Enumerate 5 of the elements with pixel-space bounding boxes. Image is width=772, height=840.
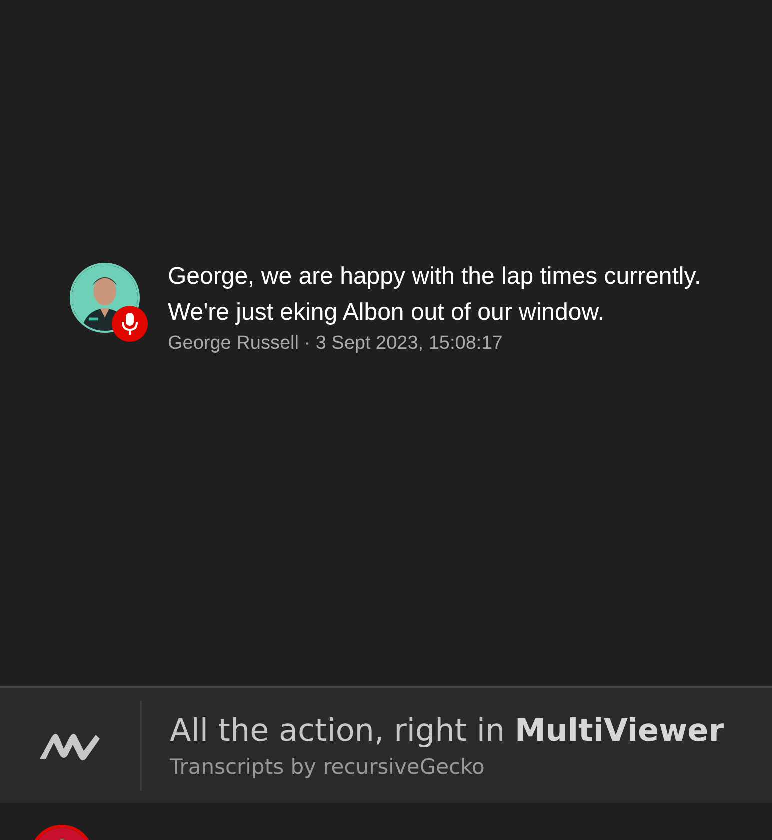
message-text: George, we are happy with the lap times currently. We're just eking Albon out of our window.: [168, 262, 702, 328]
banner-subtitle: Transcripts by recursiveGecko: [170, 754, 486, 778]
banner-title: All the action, right in MultiViewer: [170, 712, 724, 748]
microphone-icon: [112, 306, 148, 342]
message-meta: George Russell · 3 Sept 2023, 15:08:17: [168, 333, 504, 355]
